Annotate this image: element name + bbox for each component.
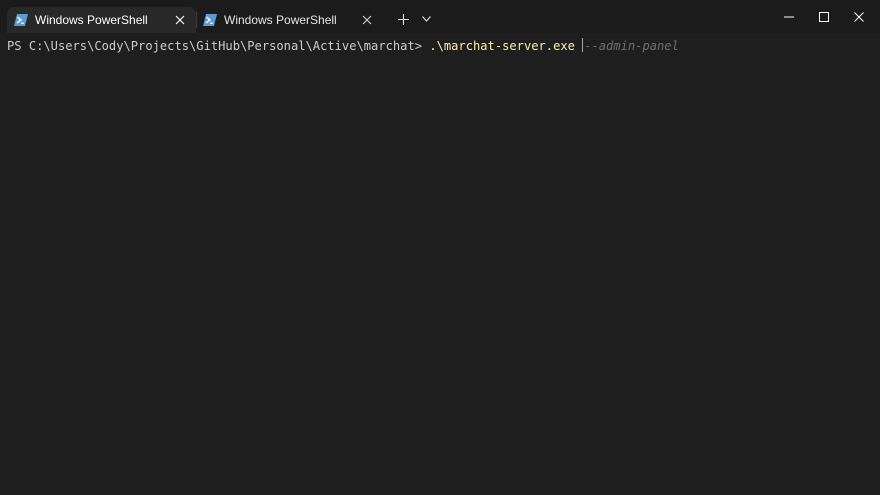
command-line: PS C:\Users\Cody\Projects\GitHub\Persona… (7, 38, 679, 54)
powershell-icon (14, 14, 28, 26)
minimize-icon (784, 16, 794, 17)
tab-label: Windows PowerShell (35, 13, 148, 27)
title-bar: Windows PowerShell Windows PowerShell (0, 0, 880, 33)
tab-powershell-2[interactable]: Windows PowerShell (196, 7, 383, 33)
minimize-button[interactable] (772, 0, 806, 33)
plus-icon (397, 13, 409, 25)
terminal-pane[interactable]: PS C:\Users\Cody\Projects\GitHub\Persona… (0, 33, 880, 495)
autocomplete-suggestion: --admin-panel (584, 39, 679, 53)
tab-powershell-1[interactable]: Windows PowerShell (7, 7, 196, 33)
close-window-button[interactable] (842, 0, 876, 33)
prompt: PS C:\Users\Cody\Projects\GitHub\Persona… (7, 39, 423, 53)
close-tab-icon[interactable] (169, 10, 191, 30)
chevron-down-icon (421, 16, 431, 22)
maximize-button[interactable] (807, 0, 841, 33)
tab-label: Windows PowerShell (224, 13, 337, 27)
maximize-icon (819, 11, 829, 22)
tab-dropdown-button[interactable] (416, 9, 436, 29)
powershell-icon (203, 14, 217, 26)
new-tab-button[interactable] (392, 9, 414, 29)
close-icon (854, 11, 864, 22)
close-tab-icon[interactable] (356, 10, 378, 30)
tab-divider (196, 12, 197, 28)
command-text: .\marchat-server.exe (429, 39, 575, 53)
